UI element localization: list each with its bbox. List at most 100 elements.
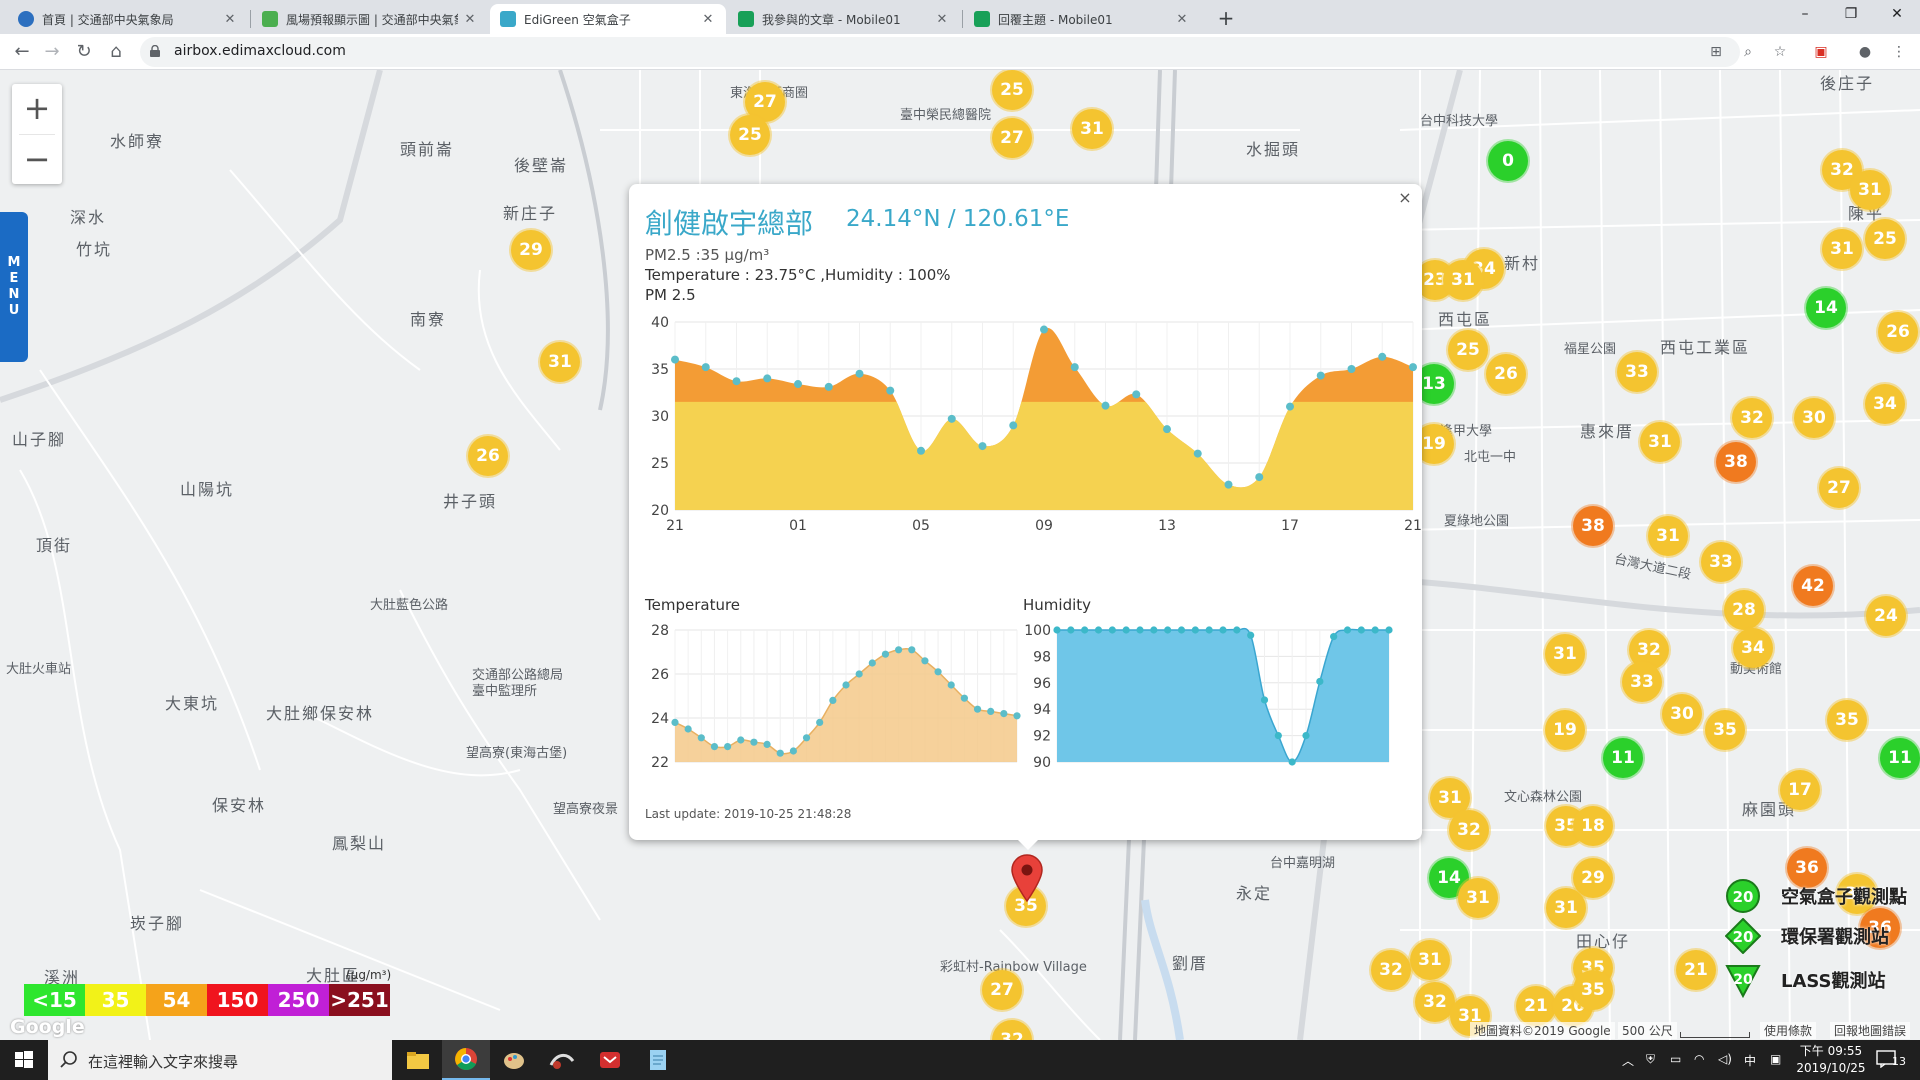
sensor-marker[interactable]: 27 bbox=[1819, 468, 1859, 508]
sensor-marker[interactable]: 31 bbox=[1410, 940, 1450, 980]
tab-close-icon[interactable]: ✕ bbox=[700, 12, 716, 27]
sensor-marker[interactable]: 31 bbox=[1850, 170, 1890, 210]
menu-kebab-icon[interactable]: ⋮ bbox=[1890, 43, 1908, 61]
sensor-marker[interactable]: 19 bbox=[1545, 710, 1585, 750]
taskbar-clock[interactable]: 下午 09:55 2019/10/25 bbox=[1796, 1043, 1866, 1077]
legend-airbox[interactable]: 20 空氣盒子觀測點 bbox=[1725, 878, 1907, 914]
sensor-marker[interactable]: 17 bbox=[1780, 770, 1820, 810]
forward-arrow-icon[interactable]: → bbox=[38, 38, 66, 66]
notification-center-icon[interactable]: 13 bbox=[1876, 1049, 1910, 1071]
sensor-marker[interactable]: 31 bbox=[1546, 888, 1586, 928]
sensor-marker[interactable]: 31 bbox=[1458, 878, 1498, 918]
sensor-marker[interactable]: 35 bbox=[1827, 700, 1867, 740]
reload-icon[interactable]: ↻ bbox=[70, 38, 98, 66]
bookmark-star-icon[interactable]: ☆ bbox=[1771, 43, 1789, 61]
sensor-marker[interactable]: 33 bbox=[1617, 352, 1657, 392]
chrome-icon[interactable] bbox=[442, 1040, 490, 1080]
sensor-marker[interactable]: 33 bbox=[1622, 662, 1662, 702]
sensor-marker[interactable]: 35 bbox=[1573, 970, 1613, 1010]
restore-button[interactable]: ❐ bbox=[1828, 0, 1874, 30]
tab-mobile01-articles[interactable]: 我參與的文章 - Mobile01 ✕ bbox=[728, 4, 960, 34]
terms-link[interactable]: 使用條款 bbox=[1760, 1022, 1817, 1039]
sensor-marker[interactable]: 27 bbox=[992, 118, 1032, 158]
snipping-tool-icon[interactable] bbox=[538, 1040, 586, 1080]
battery-icon[interactable]: ▭ bbox=[1670, 1052, 1681, 1066]
file-explorer-icon[interactable] bbox=[394, 1040, 442, 1080]
minimize-button[interactable]: – bbox=[1782, 0, 1828, 30]
extension-icon[interactable]: ▣ bbox=[1812, 43, 1830, 61]
sensor-marker[interactable]: 42 bbox=[1793, 566, 1833, 606]
sensor-marker[interactable]: 21 bbox=[1676, 950, 1716, 990]
zoom-out-button[interactable]: − bbox=[12, 135, 62, 185]
close-window-button[interactable]: ✕ bbox=[1874, 0, 1920, 30]
taskbar-search-box[interactable]: 在這裡輸入文字來搜尋 bbox=[48, 1040, 392, 1080]
sensor-marker[interactable]: 26 bbox=[468, 436, 508, 476]
paint-app-icon[interactable] bbox=[490, 1040, 538, 1080]
sensor-marker[interactable]: 18 bbox=[1573, 806, 1613, 846]
sensor-marker[interactable]: 11 bbox=[1880, 738, 1920, 778]
menu-button[interactable]: M E N U bbox=[0, 212, 28, 362]
sensor-marker[interactable]: 31 bbox=[1648, 516, 1688, 556]
ime-indicator[interactable]: 中 bbox=[1744, 1052, 1756, 1069]
tab-close-icon[interactable]: ✕ bbox=[934, 12, 950, 27]
sensor-marker[interactable]: 26 bbox=[1878, 312, 1918, 352]
mail-app-icon[interactable] bbox=[586, 1040, 634, 1080]
network-icon[interactable]: ◠ bbox=[1694, 1052, 1704, 1066]
notepad-icon[interactable] bbox=[634, 1040, 682, 1080]
sensor-marker[interactable]: 31 bbox=[1072, 109, 1112, 149]
sensor-marker[interactable]: 25 bbox=[992, 70, 1032, 110]
home-icon[interactable]: ⌂ bbox=[102, 38, 130, 66]
address-bar[interactable]: airbox.edimaxcloud.com bbox=[140, 37, 1740, 67]
sensor-marker[interactable]: 38 bbox=[1573, 506, 1613, 546]
volume-icon[interactable]: ◁) bbox=[1718, 1052, 1732, 1066]
tray-chevron-icon[interactable]: ︿ bbox=[1622, 1052, 1634, 1069]
sensor-marker[interactable]: 24 bbox=[1866, 596, 1906, 636]
sensor-marker[interactable]: 32 bbox=[1449, 810, 1489, 850]
sensor-marker[interactable]: 25 bbox=[1448, 330, 1488, 370]
report-error-link[interactable]: 回報地圖錯誤 bbox=[1830, 1022, 1911, 1039]
sensor-marker[interactable]: 26 bbox=[1486, 354, 1526, 394]
sensor-marker[interactable]: 27 bbox=[982, 970, 1022, 1010]
keyboard-icon[interactable]: ▣ bbox=[1770, 1052, 1781, 1066]
tab-wind-forecast[interactable]: 風場預報顯示圖 | 交通部中央氣象 ✕ bbox=[252, 4, 488, 34]
sensor-marker[interactable]: 33 bbox=[1701, 542, 1741, 582]
back-arrow-icon[interactable]: ← bbox=[8, 38, 36, 66]
sensor-marker[interactable]: 21 bbox=[1516, 986, 1556, 1026]
windows-start-icon[interactable] bbox=[0, 1040, 48, 1080]
sensor-marker[interactable]: 31 bbox=[1822, 229, 1862, 269]
sensor-marker[interactable]: 14 bbox=[1806, 288, 1846, 328]
legend-lass[interactable]: 20 LASS觀測站 bbox=[1725, 962, 1905, 999]
tab-mobile01-reply[interactable]: 回覆主題 - Mobile01 ✕ bbox=[964, 4, 1200, 34]
translate-icon[interactable]: ⊞ bbox=[1707, 43, 1725, 61]
sensor-marker[interactable]: 30 bbox=[1794, 398, 1834, 438]
sensor-marker[interactable]: 11 bbox=[1603, 738, 1643, 778]
sensor-marker[interactable]: 0 bbox=[1488, 141, 1528, 181]
profile-avatar-icon[interactable]: ● bbox=[1856, 43, 1874, 61]
new-tab-button[interactable]: + bbox=[1212, 6, 1240, 32]
sensor-marker[interactable]: 31 bbox=[1443, 260, 1483, 300]
sensor-marker[interactable]: 31 bbox=[1640, 422, 1680, 462]
zoom-icon[interactable]: ⌕ bbox=[1739, 43, 1757, 61]
sensor-marker[interactable]: 31 bbox=[540, 342, 580, 382]
sensor-marker[interactable]: 32 bbox=[1732, 398, 1772, 438]
sensor-marker[interactable]: 31 bbox=[1545, 634, 1585, 674]
sensor-marker[interactable]: 25 bbox=[1865, 219, 1905, 259]
zoom-in-button[interactable]: + bbox=[12, 84, 62, 134]
sensor-marker[interactable]: 30 bbox=[1662, 694, 1702, 734]
tab-edigreen-airbox[interactable]: EdiGreen 空氣盒子 ✕ bbox=[490, 4, 726, 34]
legend-epa[interactable]: 20 環保署觀測站 bbox=[1724, 917, 1905, 955]
sensor-marker[interactable]: 34 bbox=[1865, 384, 1905, 424]
sensor-marker[interactable]: 38 bbox=[1716, 442, 1756, 482]
sensor-marker[interactable]: 29 bbox=[511, 230, 551, 270]
sensor-marker[interactable]: 32 bbox=[1415, 982, 1455, 1022]
security-icon[interactable]: ⛨ bbox=[1646, 1052, 1655, 1067]
sensor-marker[interactable]: 34 bbox=[1733, 628, 1773, 668]
sensor-marker[interactable]: 28 bbox=[1724, 590, 1764, 630]
location-pin-icon[interactable] bbox=[1010, 854, 1044, 902]
popup-close-button[interactable]: × bbox=[1396, 188, 1414, 207]
tab-close-icon[interactable]: ✕ bbox=[462, 12, 478, 27]
sensor-marker[interactable]: 32 bbox=[1371, 950, 1411, 990]
tab-close-icon[interactable]: ✕ bbox=[1174, 12, 1190, 27]
sensor-marker[interactable]: 25 bbox=[730, 115, 770, 155]
scale-label[interactable]: 500 公尺 bbox=[1618, 1022, 1677, 1039]
